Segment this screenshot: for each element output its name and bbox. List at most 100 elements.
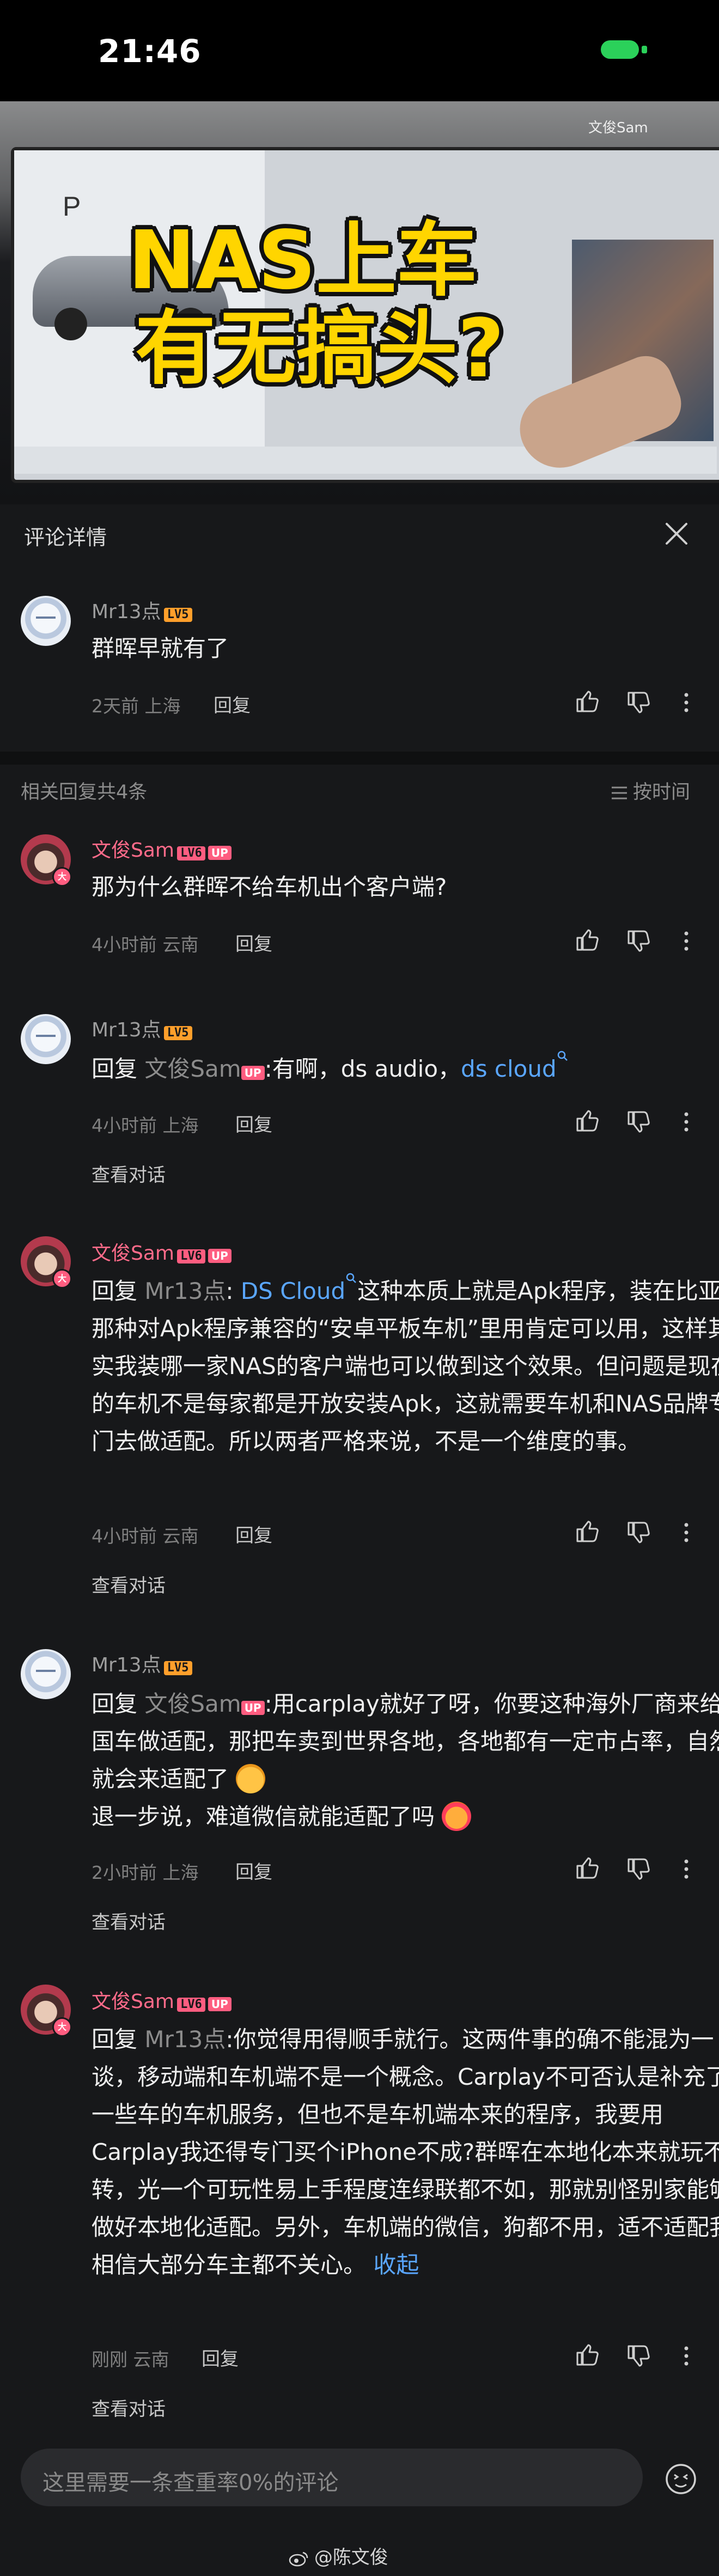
video-watermark: 文俊Sam — [588, 120, 648, 136]
author-name[interactable]: 文俊Sam — [92, 1242, 174, 1265]
view-conversation-link[interactable]: 查看对话 — [92, 1160, 166, 1187]
comment-meta: 2天前 上海 — [92, 695, 181, 717]
thumb-down-icon[interactable] — [624, 689, 650, 716]
author-name[interactable]: Mr13点 — [92, 601, 161, 623]
battery-icon — [601, 40, 639, 59]
reply-colon: : — [226, 1278, 234, 1304]
verified-badge: 大 — [52, 2017, 72, 2037]
comment-header: Mr13点 LV5 — [92, 1014, 192, 1042]
level-badge: LV6 — [177, 1998, 205, 2012]
reply-to-name[interactable]: Mr13点 — [144, 1278, 226, 1304]
sort-label: 按时间 — [633, 782, 691, 803]
more-icon[interactable] — [673, 689, 699, 716]
level-badge: LV5 — [163, 1661, 192, 1675]
thumb-down-icon[interactable] — [624, 928, 650, 954]
avatar[interactable] — [21, 1649, 71, 1699]
reply-to-name[interactable]: 文俊Sam — [144, 1690, 241, 1717]
comment-header: 文俊Sam LV6 UP — [92, 834, 231, 863]
comment-text: 群晖早就有了 — [92, 635, 229, 662]
thumb-up-icon[interactable] — [573, 1855, 599, 1881]
comment-text: 回复 Mr13点:你觉得用得顺手就行。这两件事的确不能混为一谈，移动端和车机端不… — [92, 2020, 719, 2284]
view-conversation-link[interactable]: 查看对话 — [92, 1907, 166, 1934]
up-badge: UP — [241, 1701, 265, 1715]
collapse-link[interactable]: 收起 — [373, 2251, 419, 2278]
cat-emoji-icon — [236, 1763, 266, 1793]
thumb-down-icon[interactable] — [624, 1519, 650, 1546]
author-name[interactable]: Mr13点 — [92, 1019, 161, 1041]
verified-badge: 大 — [52, 867, 72, 887]
level-badge: LV6 — [177, 1249, 205, 1263]
comment-header: 文俊Sam LV6 UP — [92, 1237, 231, 1266]
panel-title: 评论详情 — [24, 526, 107, 550]
search-link-label: DS Cloud — [240, 1278, 346, 1304]
more-icon[interactable] — [673, 928, 699, 954]
comment-meta: 4小时前 云南 — [92, 934, 199, 955]
video-overlay-line2: 有无搞头? — [135, 302, 504, 395]
reply-to-name[interactable]: 文俊Sam — [144, 1055, 241, 1082]
lips-emoji-icon — [442, 1801, 472, 1831]
status-time: 21:46 — [98, 33, 202, 70]
watermark-text: @陈文俊 — [314, 2547, 388, 2568]
author-name[interactable]: Mr13点 — [92, 1654, 161, 1676]
more-icon[interactable] — [673, 1856, 699, 1882]
comment-meta: 2小时前 上海 — [92, 1862, 199, 1883]
thumb-down-icon[interactable] — [624, 1109, 650, 1135]
reply-button[interactable]: 回复 — [214, 691, 251, 717]
comment-meta: 4小时前 上海 — [92, 1115, 199, 1136]
reply-button[interactable]: 回复 — [235, 1110, 272, 1137]
thumb-up-icon[interactable] — [573, 1108, 599, 1134]
reply-prefix: 回复 — [92, 2026, 138, 2053]
watermark: @陈文俊 — [289, 2542, 388, 2569]
close-icon[interactable] — [660, 517, 693, 550]
sort-button[interactable]: 按时间 — [610, 777, 690, 804]
thumb-up-icon[interactable] — [573, 927, 599, 953]
thumb-up-icon[interactable] — [573, 688, 599, 715]
sort-icon — [612, 786, 627, 799]
comment-text: 回复 Mr13点: DS Cloud 这种本质上就是Apk程序，装在比亚迪那种对A… — [92, 1272, 719, 1460]
reply-button[interactable]: 回复 — [235, 929, 272, 956]
reply-button[interactable]: 回复 — [235, 1521, 272, 1547]
up-badge: UP — [208, 846, 231, 860]
verified-badge: 大 — [52, 1269, 72, 1289]
search-link[interactable]: ds cloud — [461, 1051, 569, 1082]
view-conversation-link[interactable]: 查看对话 — [92, 2394, 166, 2421]
comment-meta: 4小时前 云南 — [92, 1525, 199, 1547]
more-icon[interactable] — [673, 2343, 699, 2369]
search-link[interactable]: DS Cloud — [240, 1273, 357, 1304]
level-badge: LV5 — [163, 608, 192, 622]
author-name[interactable]: 文俊Sam — [92, 1991, 174, 2013]
level-badge: LV6 — [177, 846, 205, 860]
reply-button[interactable]: 回复 — [235, 1857, 272, 1884]
comment-header: Mr13点 LV5 — [92, 1649, 192, 1677]
more-icon[interactable] — [673, 1519, 699, 1546]
comment-header: 文俊Sam LV6 UP — [92, 1986, 231, 2014]
up-badge: UP — [241, 1066, 265, 1080]
emoji-icon[interactable] — [663, 2462, 698, 2496]
weibo-icon — [289, 2551, 308, 2566]
thumb-up-icon[interactable] — [573, 2342, 599, 2368]
level-badge: LV5 — [163, 1026, 192, 1040]
reply-button[interactable]: 回复 — [202, 2344, 239, 2371]
reply-to-name[interactable]: Mr13点 — [144, 2026, 226, 2053]
comment-body: :有啊，ds audio， — [264, 1055, 461, 1082]
car-wheel — [54, 308, 87, 340]
comment-body: :你觉得用得顺手就行。这两件事的确不能混为一谈，移动端和车机端不是一个概念。Ca… — [92, 2026, 719, 2278]
thumb-up-icon[interactable] — [573, 1518, 599, 1545]
gear-indicator: P — [63, 191, 81, 222]
up-badge: UP — [208, 1249, 231, 1263]
avatar[interactable] — [21, 596, 71, 646]
thumb-down-icon[interactable] — [624, 1856, 650, 1882]
more-icon[interactable] — [673, 1109, 699, 1135]
car-screen-dock — [14, 447, 717, 474]
related-count: 相关回复共4条 — [21, 782, 148, 803]
search-icon — [557, 1051, 568, 1061]
comment-text: 回复 文俊Sam UP:有啊，ds audio，ds cloud — [92, 1050, 719, 1088]
battery-cap — [642, 46, 647, 53]
thumb-down-icon[interactable] — [624, 2343, 650, 2369]
comment-text: 回复 文俊Sam UP:用carplay就好了呀，你要这种海外厂商来给国车做适配，… — [92, 1685, 719, 1835]
author-name[interactable]: 文俊Sam — [92, 839, 174, 862]
section-divider — [0, 752, 719, 765]
comment-body-2: 退一步说，难道微信就能适配了吗 — [92, 1803, 435, 1830]
view-conversation-link[interactable]: 查看对话 — [92, 1571, 166, 1597]
avatar[interactable] — [21, 1014, 71, 1064]
